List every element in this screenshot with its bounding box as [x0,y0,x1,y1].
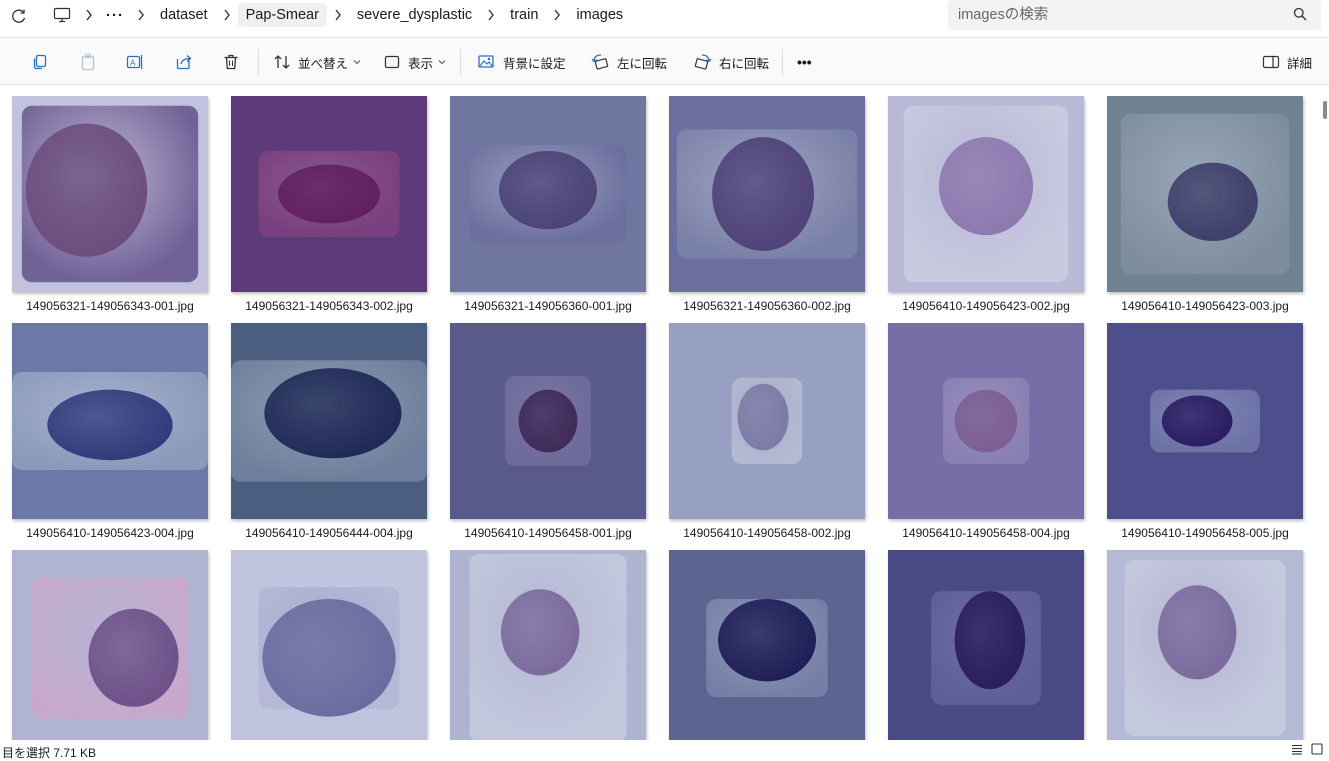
view-label: 表示 [408,56,434,71]
file-name[interactable]: 149056410-149056458-002.jpg [657,526,877,540]
file-name[interactable]: 149056410-149056444-004.jpg [219,526,439,540]
image-thumbnail[interactable] [231,550,427,740]
breadcrumb-overflow-button[interactable]: ··· [100,7,130,24]
share-button[interactable] [175,50,193,74]
image-thumbnail[interactable] [450,323,646,519]
chevron-right-icon[interactable] [78,0,100,30]
image-thumbnail[interactable] [888,550,1084,740]
sort-button[interactable]: 並べ替え [273,50,361,74]
details-label: 詳細 [1287,56,1313,71]
file-name[interactable]: 149056410-149056423-004.jpg [0,526,220,540]
image-thumbnail[interactable] [450,550,646,740]
image-thumbnail[interactable] [888,323,1084,519]
view-button[interactable]: 表示 [383,50,446,74]
copy-button[interactable] [31,50,49,74]
share-icon [176,55,192,70]
status-bar: 目を選択 7.71 KB [0,740,1329,760]
vertical-scrollbar[interactable] [1323,101,1327,119]
breadcrumb-images[interactable]: images [568,3,631,27]
rotate-right-icon [694,54,712,70]
image-thumbnail[interactable] [12,550,208,740]
set-as-background-label: 背景に設定 [503,56,566,71]
file-grid: 149056321-149056343-001.jpg 149056321-149… [0,85,1329,740]
paste-icon [81,53,95,71]
file-name[interactable]: 149056410-149056458-005.jpg [1095,526,1315,540]
breadcrumb-train[interactable]: train [502,3,546,27]
chevron-right-icon[interactable] [327,0,349,30]
rotate-left-icon [591,54,609,70]
toolbar-divider [460,49,461,75]
address-bar: ··· dataset Pap-Smear severe_dysplastic … [0,0,1329,38]
search-box[interactable] [948,0,1321,30]
details-view-icon[interactable] [1291,743,1303,755]
breadcrumb-pap-smear[interactable]: Pap-Smear [237,3,327,27]
image-thumbnail[interactable] [1107,96,1303,292]
file-name[interactable]: 149056321-149056360-002.jpg [657,299,877,313]
file-name[interactable]: 149056410-149056423-003.jpg [1095,299,1315,313]
chevron-down-icon [438,60,446,65]
rename-icon: A [126,55,143,69]
image-thumbnail[interactable] [669,550,865,740]
set-as-background-button[interactable]: 背景に設定 [477,50,566,74]
file-name[interactable]: 149056321-149056343-002.jpg [219,299,439,313]
image-thumbnail[interactable] [888,96,1084,292]
rotate-right-label: 右に回転 [719,56,770,71]
breadcrumb: ··· dataset Pap-Smear severe_dysplastic … [48,0,631,30]
image-thumbnail[interactable] [450,96,646,292]
rotate-left-label: 左に回転 [617,56,668,71]
rotate-left-button[interactable]: 左に回転 [591,50,667,74]
command-bar: A 並べ替え 表示 背景に設定 左に回転 右に回転 ••• 詳細 [0,39,1329,85]
file-name[interactable]: 149056321-149056360-001.jpg [438,299,658,313]
sort-label: 並べ替え [298,56,349,71]
image-thumbnail[interactable] [12,323,208,519]
image-thumbnail[interactable] [231,323,427,519]
search-icon[interactable] [1293,7,1307,26]
paste-button[interactable] [79,50,97,74]
view-icon [384,55,400,69]
copy-icon [33,54,47,70]
large-icons-view-icon[interactable] [1311,743,1323,755]
breadcrumb-dataset[interactable]: dataset [152,3,216,27]
chevron-right-icon[interactable] [480,0,502,30]
more-options-button[interactable]: ••• [797,50,812,74]
status-text: 目を選択 7.71 KB [2,746,97,760]
image-thumbnail[interactable] [231,96,427,292]
breadcrumb-severe-dysplastic[interactable]: severe_dysplastic [349,3,480,27]
delete-button[interactable] [222,50,240,74]
file-name[interactable]: 149056410-149056458-001.jpg [438,526,658,540]
refresh-icon[interactable] [9,6,29,26]
image-thumbnail[interactable] [1107,550,1303,740]
rename-button[interactable]: A [126,50,144,74]
sort-icon [274,55,290,69]
svg-text:A: A [130,59,136,68]
image-thumbnail[interactable] [1107,323,1303,519]
chevron-right-icon[interactable] [546,0,568,30]
this-pc-icon[interactable] [48,0,76,30]
toolbar-divider [258,49,259,75]
file-name[interactable]: 149056410-149056423-002.jpg [876,299,1096,313]
file-name[interactable]: 149056321-149056343-001.jpg [0,299,220,313]
image-thumbnail[interactable] [669,96,865,292]
chevron-right-icon[interactable] [130,0,152,30]
details-pane-button[interactable]: 詳細 [1262,50,1312,74]
trash-icon [224,54,238,70]
rotate-right-button[interactable]: 右に回転 [693,50,769,74]
wallpaper-icon [478,55,494,68]
details-pane-icon [1262,55,1280,69]
chevron-right-icon[interactable] [216,0,238,30]
toolbar-divider [782,49,783,75]
file-name[interactable]: 149056410-149056458-004.jpg [876,526,1096,540]
chevron-down-icon [353,60,361,65]
search-input[interactable] [958,4,1278,26]
image-thumbnail[interactable] [669,323,865,519]
image-thumbnail[interactable] [12,96,208,292]
